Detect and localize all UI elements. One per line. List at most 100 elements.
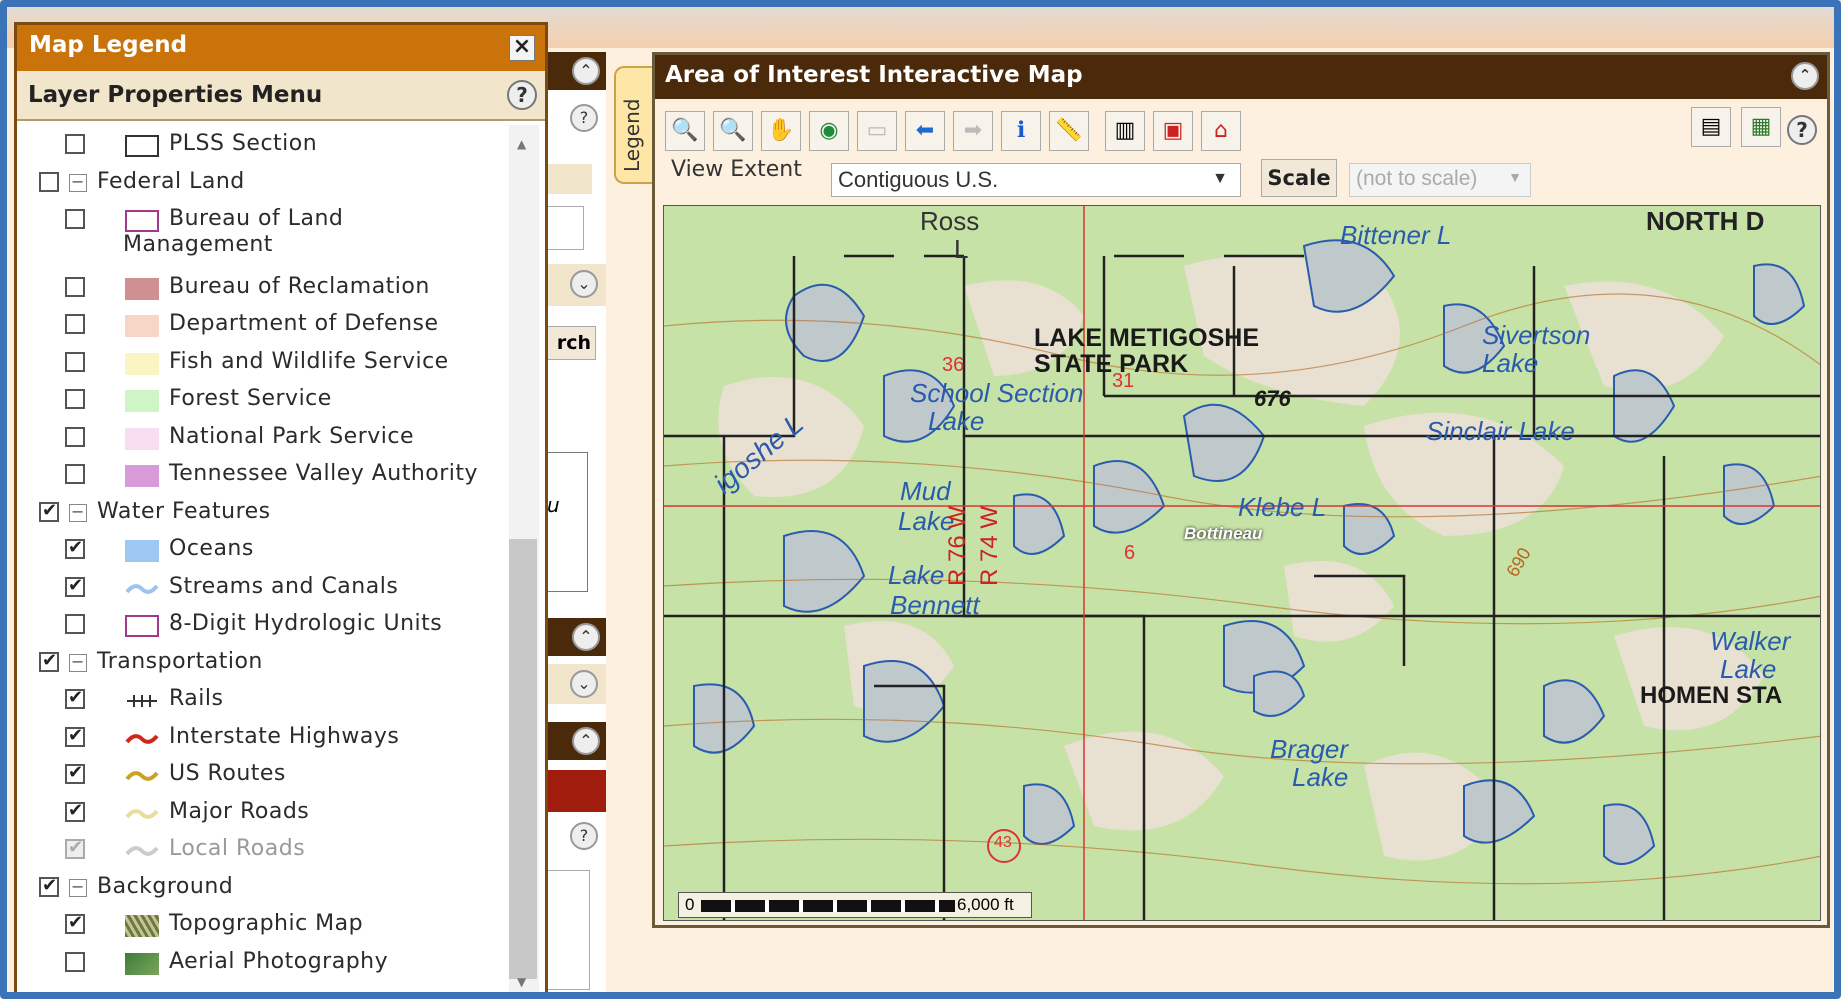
layer-row[interactable]: Streams and Canals: [17, 570, 509, 606]
layer-checkbox[interactable]: [65, 426, 85, 447]
layer-swatch-icon: [125, 315, 159, 337]
collapse-group-icon[interactable]: −: [69, 503, 87, 522]
layer-group-row[interactable]: −Transportation: [17, 645, 509, 681]
forward-icon[interactable]: ➡: [953, 111, 993, 151]
layer-checkbox[interactable]: [39, 500, 59, 522]
layer-label: Major Roads: [169, 798, 310, 824]
help-icon[interactable]: ?: [570, 104, 598, 132]
layer-row[interactable]: Forest Service: [17, 382, 509, 418]
expand-down-icon[interactable]: ⌄: [570, 270, 598, 298]
layer-checkbox[interactable]: [65, 837, 85, 859]
collapse-up-icon[interactable]: ⌃: [572, 57, 600, 85]
layer-checkbox[interactable]: [65, 537, 85, 559]
scale-button[interactable]: Scale: [1261, 159, 1337, 197]
layer-checkbox[interactable]: [39, 650, 59, 672]
layer-row[interactable]: Local Roads: [17, 832, 509, 868]
layer-label: National Park Service: [169, 423, 415, 449]
layer-row[interactable]: 8-Digit Hydrologic Units: [17, 607, 509, 643]
layer-checkbox[interactable]: [39, 875, 59, 897]
layer-checkbox[interactable]: [65, 912, 85, 934]
scroll-down-icon[interactable]: ▼: [517, 975, 526, 989]
layer-label: Transportation: [97, 648, 263, 674]
scrollbar-thumb[interactable]: [509, 539, 537, 979]
zoom-out-icon[interactable]: 🔍: [713, 111, 753, 151]
help-icon[interactable]: ?: [507, 80, 537, 110]
map-label-ross-l: L: [954, 234, 969, 264]
layer-label: Forest Service: [169, 386, 332, 411]
layer-checkbox[interactable]: [65, 800, 85, 822]
collapse-group-icon[interactable]: −: [69, 653, 87, 672]
help-icon[interactable]: ?: [1787, 115, 1817, 145]
view-extent-select[interactable]: Contiguous U.S. ▼: [831, 163, 1241, 197]
layer-row[interactable]: Department of Defense: [17, 307, 509, 343]
layer-row[interactable]: PLSS Section: [17, 127, 509, 163]
collapse-up-icon[interactable]: ⌃: [572, 727, 600, 755]
layer-properties-title: Layer Properties Menu: [28, 82, 323, 108]
identify-icon[interactable]: ℹ: [1001, 111, 1041, 151]
layer-checkbox[interactable]: [65, 464, 85, 484]
layer-checkbox[interactable]: [65, 575, 85, 597]
layer-checkbox[interactable]: [65, 351, 85, 372]
layer-row[interactable]: Aerial Photography: [17, 945, 509, 981]
search-button[interactable]: rch: [540, 326, 596, 360]
collapse-up-icon[interactable]: ⌃: [572, 623, 600, 651]
layout-icon[interactable]: ▤: [1691, 107, 1731, 147]
map-label-bottineau: Bottineau: [1184, 524, 1263, 543]
layer-row[interactable]: Oceans: [17, 532, 509, 568]
layer-checkbox[interactable]: [65, 725, 85, 747]
back-icon[interactable]: ⬅: [905, 111, 945, 151]
help-icon[interactable]: ?: [570, 822, 598, 850]
map-canvas[interactable]: Ross L Bittener L NORTH D LAKE METIGOSHE…: [663, 205, 1821, 921]
close-icon[interactable]: ×: [509, 35, 535, 61]
layer-row[interactable]: Bureau of Reclamation: [17, 270, 509, 306]
layer-row[interactable]: US Routes: [17, 757, 509, 793]
scroll-up-icon[interactable]: ▲: [517, 137, 526, 151]
layer-row[interactable]: Major Roads: [17, 795, 509, 831]
layer-row[interactable]: Rails: [17, 682, 509, 718]
layer-label: Fish and Wildlife Service: [169, 348, 449, 374]
map-label-school-section: School Section: [910, 378, 1084, 408]
layer-checkbox[interactable]: [65, 134, 85, 154]
layer-group-row[interactable]: −Background: [17, 870, 509, 906]
layer-checkbox[interactable]: [65, 209, 85, 229]
expand-down-icon[interactable]: ⌄: [570, 670, 598, 698]
layer-checkbox[interactable]: [65, 389, 85, 409]
scalebar-end: 6,000 ft: [957, 895, 1014, 914]
full-extent-icon[interactable]: ◉: [809, 111, 849, 151]
map-label-brager-lake: Lake: [1292, 762, 1349, 792]
layer-checkbox[interactable]: [65, 951, 85, 972]
panel-row: ⌄: [540, 264, 606, 306]
layer-row[interactable]: Tennessee Valley Authority: [17, 457, 509, 493]
layer-row[interactable]: Topographic Map: [17, 907, 509, 943]
layer-swatch-icon: [125, 952, 159, 975]
layer-row[interactable]: Fish and Wildlife Service: [17, 345, 509, 381]
pan-icon[interactable]: ✋: [761, 111, 801, 151]
aoi-red-icon[interactable]: ▣: [1153, 111, 1193, 151]
layer-swatch-icon: [125, 840, 159, 862]
layer-checkbox[interactable]: [65, 276, 85, 297]
aoi-home-icon[interactable]: ⌂: [1201, 111, 1241, 151]
overview-map-icon[interactable]: ▦: [1741, 107, 1781, 147]
collapse-group-icon[interactable]: −: [69, 173, 87, 192]
layer-checkbox[interactable]: [65, 614, 85, 634]
collapse-up-icon[interactable]: ⌃: [1791, 62, 1819, 90]
scale-select[interactable]: (not to scale) ▼: [1349, 163, 1531, 197]
layer-group-row[interactable]: − Federal Land: [17, 165, 509, 201]
layer-checkbox[interactable]: [65, 687, 85, 709]
select-icon[interactable]: ▥: [1105, 111, 1145, 151]
layer-checkbox[interactable]: [65, 762, 85, 784]
collapse-group-icon[interactable]: −: [69, 878, 87, 897]
layer-row[interactable]: Interstate Highways: [17, 720, 509, 756]
measure-icon[interactable]: 📏: [1049, 111, 1089, 151]
layer-row[interactable]: Bureau of Land Management: [17, 202, 509, 257]
layer-swatch-icon: [125, 690, 159, 712]
legend-tab[interactable]: Legend: [614, 66, 652, 184]
layer-swatch-icon: [125, 765, 159, 787]
layer-group-row[interactable]: −Water Features: [17, 495, 509, 531]
layer-checkbox[interactable]: [39, 171, 59, 192]
layer-label: Bureau of Land: [169, 206, 344, 231]
layer-row[interactable]: National Park Service: [17, 420, 509, 456]
zoom-in-icon[interactable]: 🔍: [665, 111, 705, 151]
aoi-icon[interactable]: ▭: [857, 111, 897, 151]
layer-checkbox[interactable]: [65, 314, 85, 334]
